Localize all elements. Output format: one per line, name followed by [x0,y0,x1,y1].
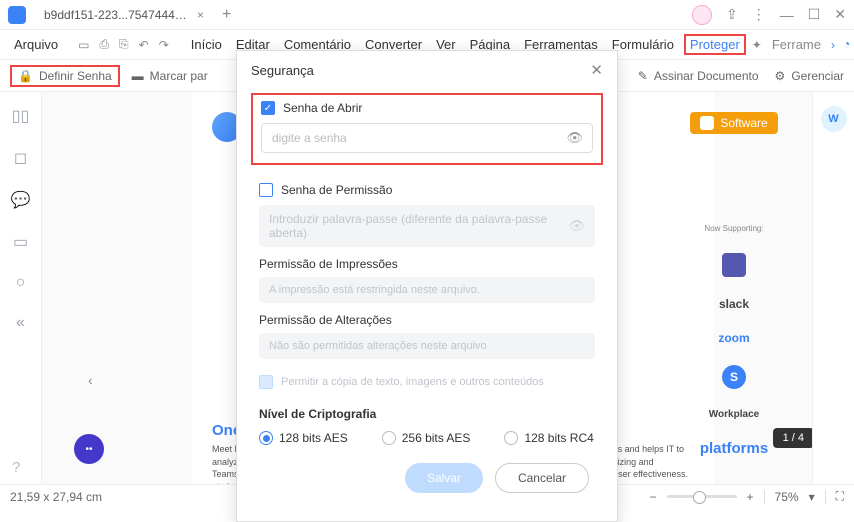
menu-ferrame-overflow[interactable]: Ferrame [768,35,825,54]
close-window-icon[interactable]: ✕ [834,6,846,23]
lock-icon: 🔒 [18,69,33,83]
definir-senha-button[interactable]: 🔒 Definir Senha [10,65,120,87]
search-icon[interactable]: ○ [16,274,26,292]
app-icon [8,6,26,24]
menu-inicio[interactable]: Início [187,35,226,54]
software-badge: Software [690,112,777,134]
toggle-visibility-icon-disabled: 👁 [568,218,585,234]
attachment-icon[interactable]: ▭ [13,232,28,252]
definir-senha-label: Definir Senha [39,69,112,83]
zoom-percent[interactable]: 75% [775,490,799,504]
redact-icon: ▬ [132,69,144,83]
crypt-128rc4-option[interactable]: 128 bits RC4 [504,431,593,445]
permission-password-input: Introduzir palavra-passe (diferente da p… [259,205,595,247]
permission-password-checkbox[interactable] [259,183,273,197]
redo-icon[interactable]: ↷ [159,38,169,52]
menu-formulario[interactable]: Formulário [608,35,678,54]
style-icon[interactable]: ◔ [843,37,850,52]
gerenciar-button[interactable]: ⚙ Gerenciar [775,69,844,83]
thumbnails-icon[interactable]: ▯▯ [12,106,30,126]
gerenciar-label: Gerenciar [791,69,844,83]
comment-icon[interactable]: 💬 [11,190,31,210]
zoom-slider[interactable] [667,495,737,498]
cancel-button[interactable]: Cancelar [495,463,589,493]
fullscreen-icon[interactable]: ⛶ [836,489,844,504]
more-icon[interactable]: ⋮ [752,6,766,23]
open-password-checkbox[interactable] [261,101,275,115]
open-password-label: Senha de Abrir [283,101,362,115]
document-tab[interactable]: b9ddf151-223...75474441.pdf × [34,4,214,26]
print-permission-select: A impressão está restringida neste arqui… [259,277,595,303]
manage-icon: ⚙ [775,69,786,83]
crypt-128rc4-label: 128 bits RC4 [524,431,593,445]
minimize-icon[interactable]: — [780,7,794,23]
skype-icon: S [722,365,746,389]
help-icon[interactable]: ? [12,459,20,476]
crypt-128aes-label: 128 bits AES [279,431,348,445]
encryption-level-title: Nível de Criptografia [259,407,603,421]
assinar-label: Assinar Documento [654,69,759,83]
marcar-button[interactable]: ▬ Marcar par [132,69,208,83]
allow-copy-checkbox [259,375,273,389]
chat-bubble-icon[interactable]: •• [74,434,104,464]
save-icon[interactable]: ⎘ [119,37,129,52]
close-tab-icon[interactable]: × [197,8,204,22]
page-dimensions: 21,59 x 27,94 cm [10,490,102,504]
word-export-icon[interactable]: W [821,106,847,132]
maximize-icon[interactable]: ☐ [808,6,821,23]
new-tab-button[interactable]: + [222,6,231,24]
download-icon [700,116,714,130]
collapse-rail-icon[interactable]: « [16,314,25,332]
print-icon[interactable]: ⎙ [99,37,109,52]
marcar-label: Marcar par [150,69,208,83]
menu-arquivo[interactable]: Arquivo [10,35,62,54]
crypt-256aes-label: 256 bits AES [402,431,471,445]
crypt-128aes-option[interactable]: 128 bits AES [259,431,348,445]
allow-copy-label: Permitir a cópia de texto, imagens e out… [281,376,544,388]
sign-icon: ✎ [638,69,648,83]
doc-heading2: platforms [700,440,768,457]
open-password-input[interactable] [261,123,593,153]
supporting-label: Now Supporting: [704,224,763,233]
security-dialog: Segurança ✕ Senha de Abrir 👁 Senha de Pe… [236,50,618,522]
software-label: Software [720,116,767,130]
permission-password-label: Senha de Permissão [281,183,392,197]
workplace-logo: Workplace [709,409,759,420]
zoom-out-icon[interactable]: − [650,490,657,504]
undo-icon[interactable]: ↶ [139,38,149,52]
zoom-dropdown-icon[interactable]: ▾ [809,490,815,504]
dialog-title: Segurança [251,63,314,78]
open-icon[interactable]: ▭ [78,38,89,52]
change-permission-select: Não são permitidas alterações neste arqu… [259,333,595,359]
radio-selected-icon [259,431,273,445]
menu-scroll-right[interactable]: › [831,38,835,52]
radio-icon [504,431,518,445]
prev-page-icon[interactable]: ‹ [88,372,93,388]
toggle-visibility-icon[interactable]: 👁 [566,130,583,146]
zoom-in-icon[interactable]: + [747,490,754,504]
bookmark-icon[interactable]: ◻ [14,148,27,168]
share-icon[interactable]: ⇪ [726,6,738,23]
radio-icon [382,431,396,445]
user-avatar[interactable] [692,5,712,25]
slack-logo: slack [719,297,749,311]
teams-icon [722,253,746,277]
save-button[interactable]: Salvar [405,463,483,493]
permission-password-placeholder: Introduzir palavra-passe (diferente da p… [269,212,547,240]
menu-proteger[interactable]: Proteger [684,34,746,55]
change-permission-label: Permissão de Alterações [259,313,595,327]
crypt-256aes-option[interactable]: 256 bits AES [382,431,471,445]
tab-title: b9ddf151-223...75474441.pdf [44,8,189,22]
assinar-button[interactable]: ✎ Assinar Documento [638,69,759,83]
dialog-close-icon[interactable]: ✕ [590,61,603,79]
zoom-logo: zoom [718,331,749,345]
print-permission-label: Permissão de Impressões [259,257,595,271]
page-indicator: 1 / 4 [773,428,814,448]
